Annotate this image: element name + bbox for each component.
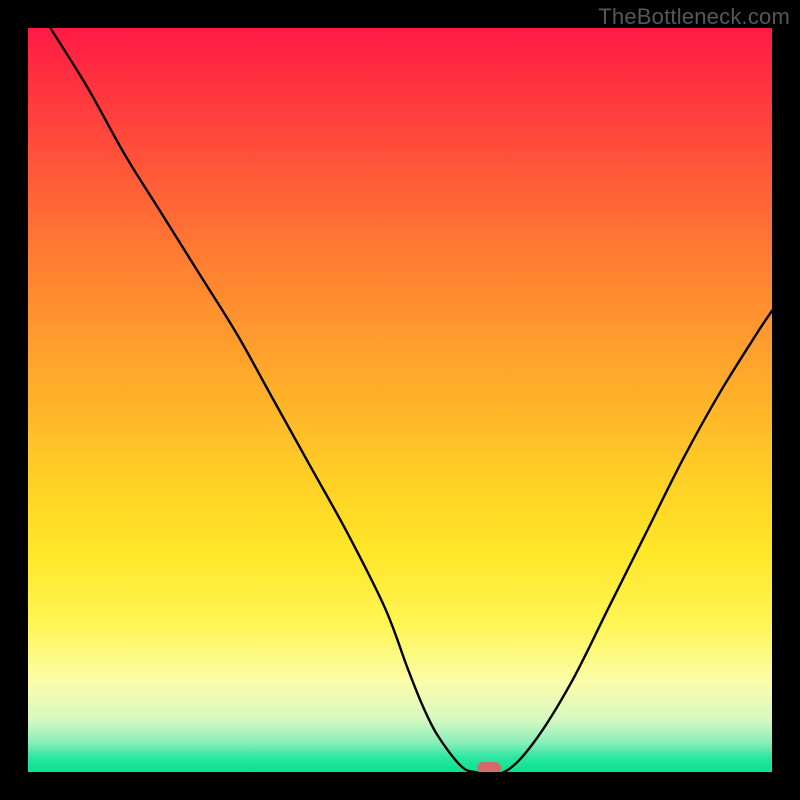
bottleneck-curve <box>28 28 772 772</box>
plot-area <box>28 28 772 772</box>
optimal-marker <box>477 762 501 772</box>
watermark-text: TheBottleneck.com <box>598 4 790 30</box>
chart-frame: TheBottleneck.com <box>0 0 800 800</box>
